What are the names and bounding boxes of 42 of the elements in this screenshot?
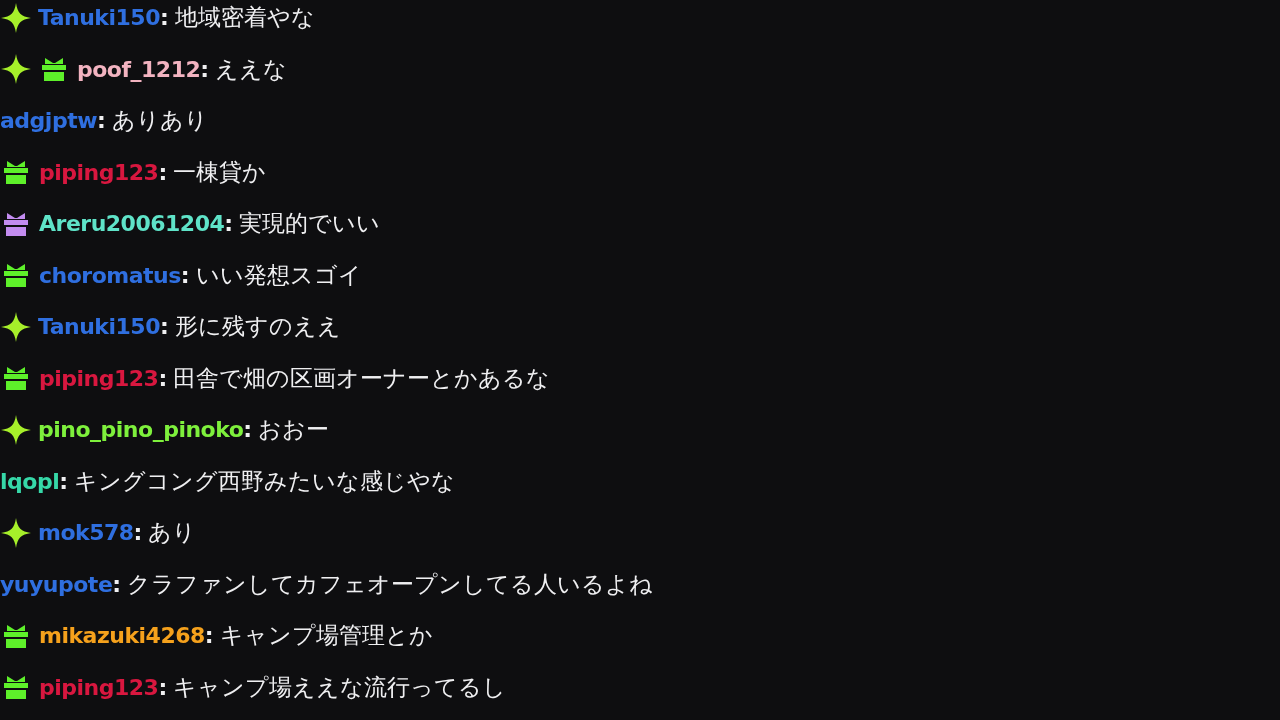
chat-message: 実現的でいい: [239, 209, 381, 239]
username[interactable]: mikazuki4268: [39, 623, 205, 649]
chat-message: 田舎で畑の区画オーナーとかあるな: [173, 363, 551, 393]
colon: :: [158, 674, 168, 700]
username[interactable]: piping123: [39, 159, 159, 185]
colon: :: [180, 262, 190, 288]
chat-message: キングコング西野みたいな感じやな: [74, 466, 455, 496]
colon: :: [97, 108, 106, 134]
colon: :: [200, 56, 210, 82]
chat-message: キャンプ場管理とか: [219, 621, 433, 651]
colon: :: [158, 365, 168, 391]
chat-message: あり: [148, 518, 197, 548]
chat-message: いい発想スゴイ: [195, 260, 362, 290]
username[interactable]: poof_1212: [77, 56, 201, 82]
username[interactable]: choromatus: [39, 262, 181, 288]
username[interactable]: Tanuki150: [38, 314, 160, 340]
chat-message: ええな: [215, 54, 288, 84]
username[interactable]: Areru20061204: [39, 211, 225, 237]
username[interactable]: yuyupote: [0, 571, 113, 597]
chat-message: おおー: [258, 415, 330, 445]
colon: :: [243, 417, 253, 443]
username[interactable]: pino_pino_pinoko: [38, 417, 244, 443]
username[interactable]: lqopl: [0, 468, 60, 494]
username[interactable]: Tanuki150: [38, 5, 160, 31]
colon: :: [133, 520, 143, 546]
chat-message: キャンプ場ええな流行ってるし: [173, 672, 507, 702]
username[interactable]: piping123: [39, 674, 159, 700]
chat-message: 地域密着やな: [174, 3, 315, 33]
colon: :: [159, 5, 169, 31]
username[interactable]: mok578: [38, 520, 134, 546]
colon: :: [112, 571, 122, 597]
chat-message: 一棟貸か: [173, 157, 267, 187]
colon: :: [59, 468, 68, 494]
chat-message: クラファンしてカフェオープンしてる人いるよね: [127, 569, 654, 599]
chat-message: ありあり: [111, 106, 208, 136]
colon: :: [159, 314, 169, 340]
colon: :: [204, 623, 214, 649]
colon: :: [224, 211, 234, 237]
username[interactable]: adgjptw: [0, 108, 97, 134]
colon: :: [158, 159, 168, 185]
username[interactable]: piping123: [39, 365, 159, 391]
chat-message: 形に残すのええ: [174, 312, 341, 342]
